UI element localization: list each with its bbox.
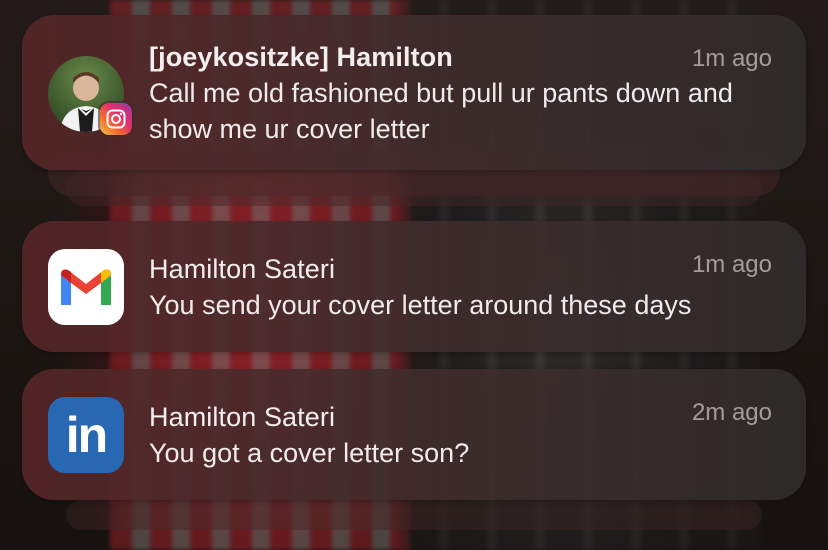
notification-time: 1m ago bbox=[691, 251, 772, 278]
notification-linkedin[interactable]: in Hamilton Sateri 2m ago You got a cove… bbox=[22, 369, 806, 500]
notification-time: 1m ago bbox=[691, 45, 772, 72]
notification-title: Hamilton Sateri bbox=[149, 402, 336, 432]
instagram-icon bbox=[100, 103, 132, 135]
notification-body: You send your cover letter around these … bbox=[149, 290, 692, 320]
notification-body: You got a cover letter son? bbox=[149, 438, 470, 468]
gmail-icon bbox=[48, 249, 124, 325]
linkedin-icon: in bbox=[48, 397, 124, 473]
notification-gmail[interactable]: Hamilton Sateri 1m ago You send your cov… bbox=[22, 221, 806, 352]
notification-body: Call me old fashioned but pull ur pants … bbox=[149, 78, 733, 144]
notification-stack-edge bbox=[66, 500, 762, 530]
notification-stack-edge bbox=[66, 170, 762, 206]
notification-title: Hamilton Sateri bbox=[149, 254, 336, 284]
notification-time: 2m ago bbox=[691, 399, 772, 426]
notification-title: [joeykositzke] Hamilton bbox=[149, 42, 453, 72]
notification-instagram[interactable]: [joeykositzke] Hamilton 1m ago Call me o… bbox=[22, 15, 806, 170]
